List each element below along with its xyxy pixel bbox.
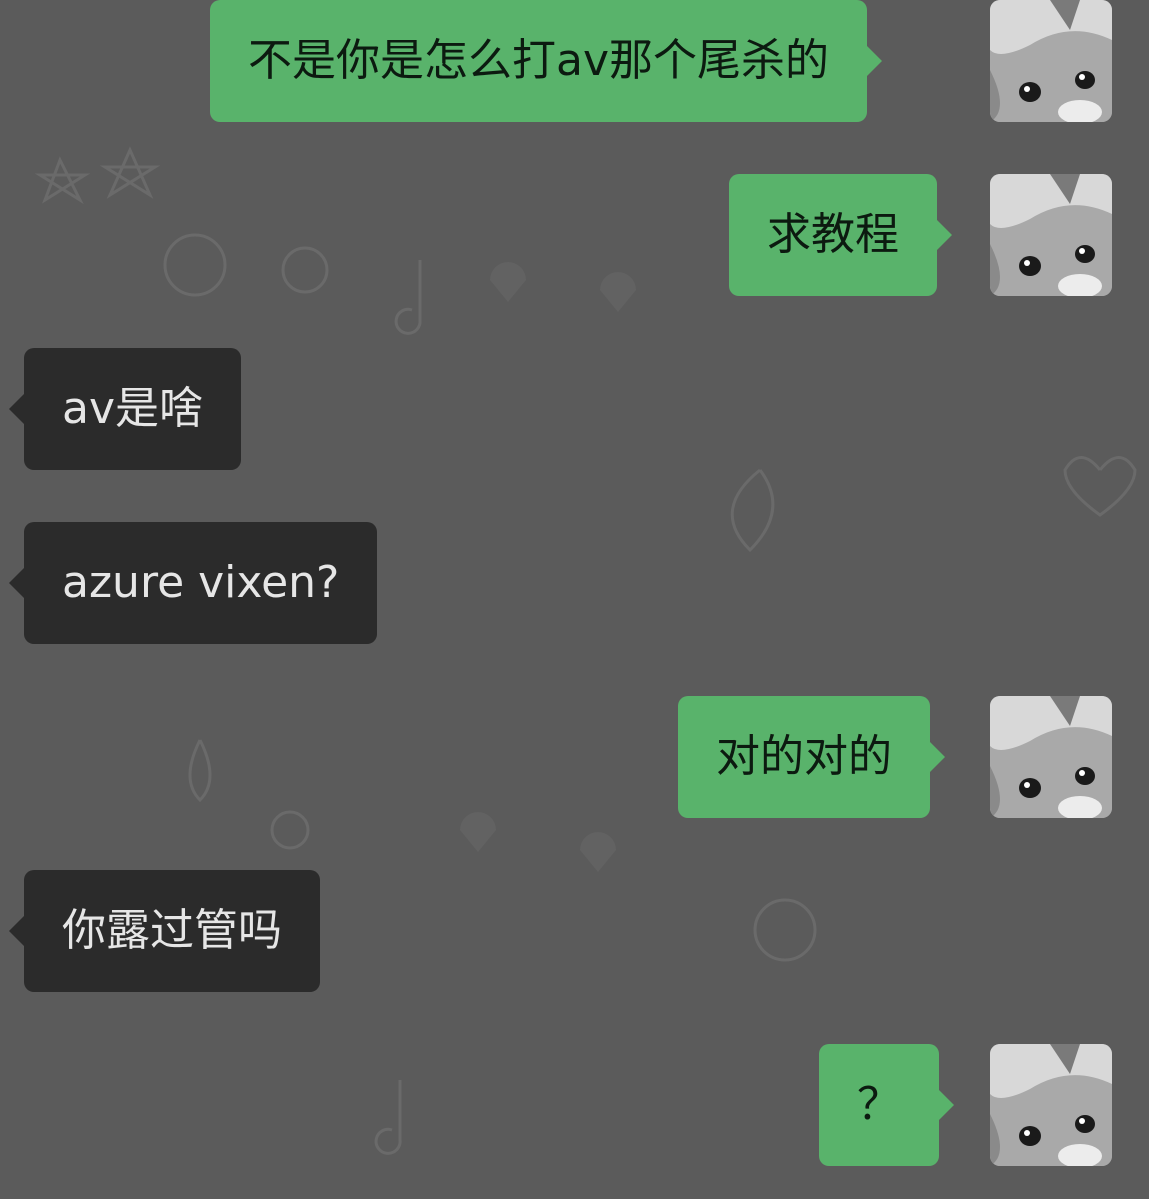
- outgoing-message-bubble[interactable]: ？: [819, 1044, 954, 1166]
- incoming-message-bubble[interactable]: av是啥: [8, 348, 242, 470]
- message-row: 对的对的: [0, 696, 1149, 818]
- kitten-avatar-icon[interactable]: [990, 0, 1112, 122]
- outgoing-message-bubble[interactable]: 对的对的: [678, 696, 945, 818]
- message-row: 求教程: [0, 174, 1149, 296]
- message-row: ？: [0, 1044, 1149, 1166]
- message-row: 你露过管吗: [0, 870, 1149, 992]
- kitten-avatar-icon[interactable]: [990, 174, 1112, 296]
- incoming-message-bubble[interactable]: 你露过管吗: [9, 870, 320, 992]
- kitten-avatar-icon[interactable]: [990, 696, 1112, 818]
- outgoing-message-bubble[interactable]: 求教程: [729, 174, 952, 296]
- message-row: azure vixen?: [0, 522, 1149, 644]
- message-row: 不是你是怎么打av那个尾杀的: [0, 0, 1149, 122]
- chat-window[interactable]: 不是你是怎么打av那个尾杀的 求教程 av是啥 azure vixen? 对的对…: [0, 0, 1149, 1199]
- message-row: av是啥: [0, 348, 1149, 470]
- incoming-message-bubble[interactable]: azure vixen?: [8, 522, 378, 644]
- outgoing-message-bubble[interactable]: 不是你是怎么打av那个尾杀的: [210, 0, 883, 122]
- kitten-avatar-icon[interactable]: [990, 1044, 1112, 1166]
